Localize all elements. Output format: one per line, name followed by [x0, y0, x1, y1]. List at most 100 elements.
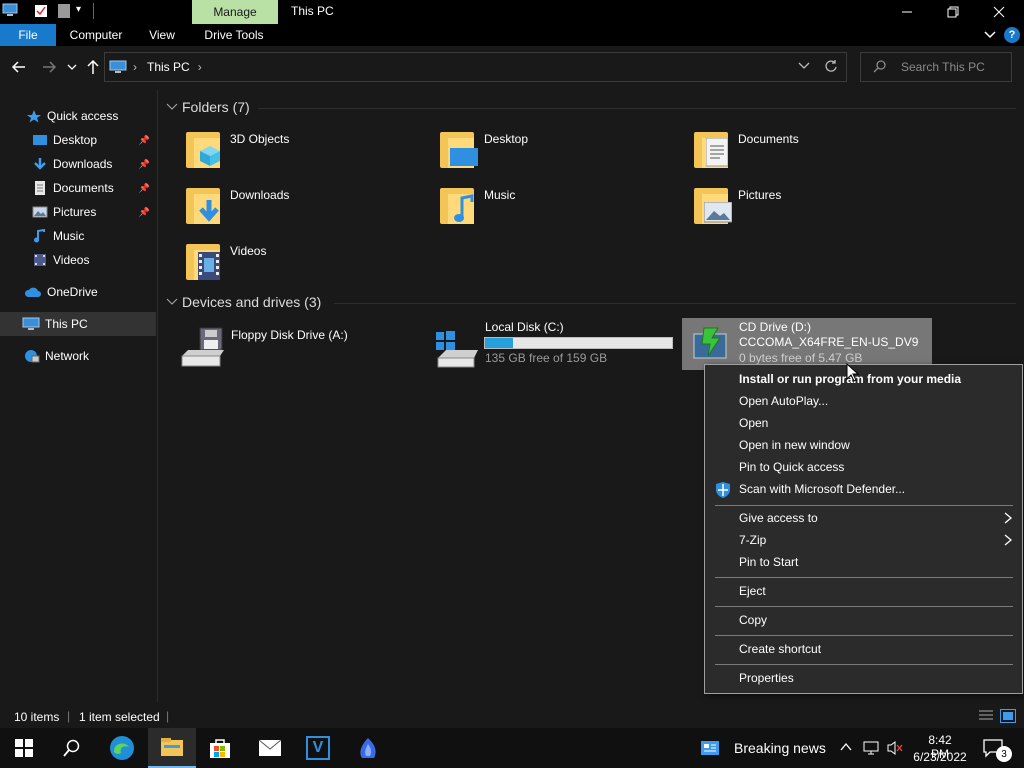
drive-usage-fill — [485, 338, 514, 348]
manage-tab[interactable]: Manage — [192, 0, 278, 24]
new-folder-icon[interactable] — [58, 4, 70, 18]
menu-item-copy[interactable]: Copy — [739, 609, 767, 631]
restore-button[interactable] — [930, 0, 976, 24]
menu-item-7zip[interactable]: 7-Zip — [739, 529, 766, 551]
devices-section-header[interactable]: Devices and drives (3) — [166, 294, 321, 310]
folder-videos[interactable]: Videos — [184, 240, 266, 282]
expand-ribbon-icon[interactable] — [984, 29, 998, 41]
context-menu: Install or run program from your media O… — [704, 364, 1023, 694]
sidebar-item-network[interactable]: Network — [0, 344, 156, 368]
edge-icon[interactable] — [98, 728, 146, 768]
music-icon — [32, 228, 48, 243]
drive-usage-bar — [484, 337, 673, 349]
start-button[interactable] — [0, 728, 48, 768]
details-view-icon[interactable] — [978, 709, 994, 723]
recent-locations-icon[interactable] — [66, 61, 78, 73]
breadcrumb-separator: › — [133, 60, 137, 74]
folder-label: Desktop — [484, 132, 529, 146]
folder-pictures[interactable]: Pictures — [692, 184, 781, 226]
computer-icon[interactable] — [2, 3, 18, 17]
pin-icon[interactable]: 📌 — [139, 159, 150, 170]
sidebar-item-label: Documents — [53, 181, 114, 195]
up-button[interactable] — [84, 58, 102, 76]
minimize-button[interactable] — [884, 0, 930, 24]
mail-icon[interactable] — [246, 728, 294, 768]
menu-item-open-new-window[interactable]: Open in new window — [739, 434, 850, 456]
sidebar-item-desktop[interactable]: Desktop 📌 — [0, 128, 156, 152]
tab-view[interactable]: View — [138, 24, 186, 46]
sidebar-item-quick-access[interactable]: Quick access — [0, 104, 156, 128]
folders-header-label: Folders (7) — [182, 99, 250, 115]
folder-3d-objects[interactable]: 3D Objects — [184, 128, 289, 170]
address-dropdown-icon[interactable] — [798, 60, 810, 74]
folder-music[interactable]: Music — [438, 184, 515, 226]
menu-item-open-autoplay[interactable]: Open AutoPlay... — [739, 390, 828, 412]
drive-c[interactable]: Local Disk (C:) 135 GB free of 159 GB — [432, 318, 676, 370]
folder-downloads[interactable]: Downloads — [184, 184, 289, 226]
download-icon — [32, 157, 48, 171]
sidebar-item-label: Music — [53, 229, 85, 243]
devices-header-label: Devices and drives (3) — [182, 294, 322, 310]
sidebar-item-videos[interactable]: Videos — [0, 248, 156, 272]
pin-icon[interactable]: 📌 — [139, 207, 150, 218]
notifications-icon[interactable]: 3 — [982, 738, 1012, 762]
menu-item-properties[interactable]: Properties — [739, 667, 794, 689]
network-status-icon[interactable] — [862, 740, 880, 756]
menu-separator — [715, 577, 1013, 578]
customize-toolbar-icon[interactable]: ▾ — [76, 4, 81, 15]
v-app-icon[interactable]: V — [294, 728, 342, 768]
menu-item-create-shortcut[interactable]: Create shortcut — [739, 638, 821, 660]
sidebar-item-this-pc[interactable]: This PC — [0, 312, 156, 336]
search-input[interactable]: Search This PC — [860, 52, 1012, 82]
search-button[interactable] — [48, 728, 96, 768]
file-explorer-taskbar-icon[interactable] — [148, 728, 196, 768]
app-flame-icon[interactable] — [344, 728, 392, 768]
section-divider — [258, 108, 1016, 109]
back-button[interactable] — [10, 58, 28, 76]
menu-item-pin-start[interactable]: Pin to Start — [739, 551, 798, 573]
forward-button[interactable] — [40, 58, 58, 76]
3d-objects-folder-icon — [184, 128, 224, 170]
drive-free-space: 135 GB free of 159 GB — [485, 351, 608, 365]
store-icon[interactable] — [196, 728, 244, 768]
section-divider — [334, 303, 1016, 304]
menu-item-scan-defender[interactable]: Scan with Microsoft Defender... — [739, 478, 905, 500]
tab-drive-tools[interactable]: Drive Tools — [196, 24, 272, 46]
refresh-icon[interactable] — [824, 59, 838, 76]
sidebar-item-music[interactable]: Music — [0, 224, 156, 248]
drive-name: Local Disk (C:) — [485, 320, 564, 334]
menu-item-give-access[interactable]: Give access to — [739, 507, 1014, 529]
volume-muted-icon[interactable] — [886, 740, 904, 756]
chevron-up-icon[interactable] — [840, 741, 852, 753]
sidebar-item-documents[interactable]: Documents 📌 — [0, 176, 156, 200]
sidebar-item-onedrive[interactable]: OneDrive — [0, 280, 156, 304]
breadcrumb-this-pc[interactable]: This PC — [147, 60, 190, 74]
drive-floppy[interactable]: Floppy Disk Drive (A:) — [178, 320, 418, 368]
sidebar-item-label: OneDrive — [47, 285, 98, 299]
documents-icon — [32, 181, 48, 195]
chevron-down-icon — [166, 99, 178, 115]
menu-item-open[interactable]: Open — [739, 412, 768, 434]
folder-label: Videos — [230, 244, 267, 258]
sidebar-item-pictures[interactable]: Pictures 📌 — [0, 200, 156, 224]
folders-section-header[interactable]: Folders (7) — [166, 99, 250, 115]
help-icon[interactable]: ? — [1004, 27, 1020, 43]
close-button[interactable] — [976, 0, 1022, 24]
drive-d[interactable]: CD Drive (D:) CCCOMA_X64FRE_EN-US_DV9 0 … — [682, 318, 932, 370]
clock-date[interactable]: 6/23/2022 — [908, 750, 972, 764]
pin-icon[interactable]: 📌 — [139, 183, 150, 194]
folder-documents[interactable]: Documents — [692, 128, 799, 170]
large-icons-view-icon[interactable] — [1000, 709, 1016, 723]
sidebar-item-downloads[interactable]: Downloads 📌 — [0, 152, 156, 176]
search-icon — [873, 59, 887, 76]
folder-desktop[interactable]: Desktop — [438, 128, 528, 170]
pin-icon[interactable]: 📌 — [139, 135, 150, 146]
menu-item-eject[interactable]: Eject — [739, 580, 766, 602]
network-icon — [22, 349, 40, 363]
address-bar[interactable]: › This PC › — [104, 52, 847, 82]
menu-item-pin-quick-access[interactable]: Pin to Quick access — [739, 456, 844, 478]
news-widget[interactable]: Breaking news — [700, 736, 826, 760]
tab-file[interactable]: File — [0, 24, 56, 46]
properties-icon[interactable] — [34, 4, 48, 18]
tab-computer[interactable]: Computer — [62, 24, 130, 46]
